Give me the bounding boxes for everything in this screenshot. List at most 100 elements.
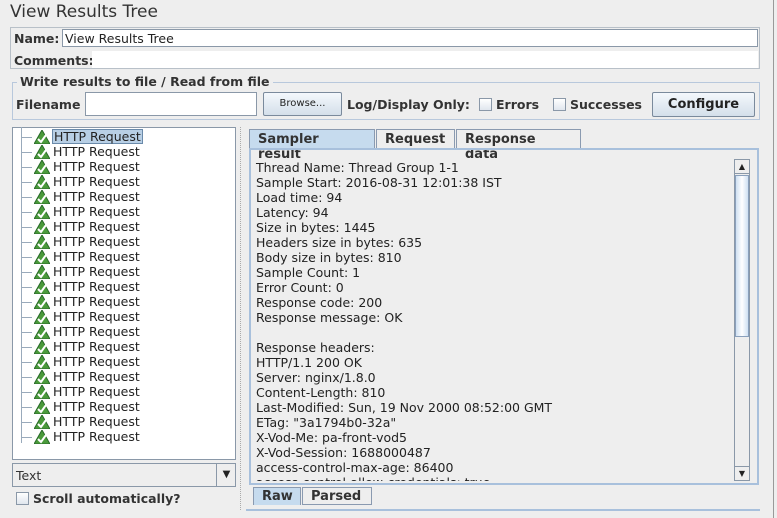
result-line: access-control-max-age: 86400 [256,460,454,475]
tree-item[interactable]: HTTP Request [13,159,233,175]
tree-connector [22,152,32,153]
scroll-up-icon[interactable]: ▲ [735,160,749,174]
tree-item-label: HTTP Request [53,339,140,354]
tree-item-label: HTTP Request [53,324,140,339]
scroll-down-icon[interactable]: ▼ [735,466,749,480]
tab-request[interactable]: Request [376,129,455,149]
name-input[interactable] [62,29,758,47]
result-line: Response message: OK [256,310,403,325]
tree-connector [22,407,32,408]
tree-item[interactable]: HTTP Request [13,324,233,340]
chevron-down-icon: ▼ [216,464,236,486]
success-warning-triangle-icon [34,355,50,369]
tree-item[interactable]: HTTP Request [13,144,233,160]
tree-item[interactable]: HTTP Request [13,249,233,265]
tree-item-label: HTTP Request [53,204,140,219]
tree-item[interactable]: HTTP Request [13,339,233,355]
success-warning-triangle-icon [34,220,50,234]
tree-item-label: HTTP Request [53,279,140,294]
results-tree[interactable]: HTTP Request HTTP Request HTTP Request HTTP… [12,127,236,460]
scroll-auto-checkbox[interactable] [16,492,29,505]
tree-item-label: HTTP Request [53,219,140,234]
tree-item-label: HTTP Request [53,174,140,189]
result-line [256,325,730,340]
success-warning-triangle-icon [34,160,50,174]
log-display-label: Log/Display Only: [347,97,470,112]
result-line: X-Vod-Session: 1688000487 [256,445,431,460]
success-warning-triangle-icon [34,175,50,189]
tree-item[interactable]: HTTP Request [13,294,233,310]
name-label: Name: [14,31,60,46]
success-warning-triangle-icon [34,340,50,354]
tree-connector [22,167,32,168]
result-line: Content-Length: 810 [256,385,386,400]
success-warning-triangle-icon [34,325,50,339]
tree-connector [22,257,32,258]
tree-item[interactable]: HTTP Request [13,129,233,145]
tree-item[interactable]: HTTP Request [13,369,233,385]
filename-input[interactable] [85,92,257,116]
tree-item-label: HTTP Request [53,429,140,444]
result-line: Thread Name: Thread Group 1-1 [256,160,459,175]
tree-connector [22,227,32,228]
tree-item[interactable]: HTTP Request [13,174,233,190]
tree-connector [22,212,32,213]
tree-item-label: HTTP Request [53,189,140,204]
configure-button[interactable]: Configure [652,92,755,117]
result-line: Sample Start: 2016-08-31 12:01:38 IST [256,175,502,190]
tree-connector [22,137,32,138]
errors-label: Errors [496,97,540,112]
success-warning-triangle-icon [34,265,50,279]
success-warning-triangle-icon [34,385,50,399]
tree-item[interactable]: HTTP Request [13,309,233,325]
tree-connector [22,302,32,303]
tree-connector [22,317,32,318]
result-line: Latency: 94 [256,205,329,220]
window-edge [773,0,774,518]
tree-item[interactable]: HTTP Request [13,429,233,445]
result-line: Last-Modified: Sun, 19 Nov 2000 08:52:00… [256,400,553,415]
tree-item[interactable]: HTTP Request [13,264,233,280]
tree-item-label: HTTP Request [53,309,140,324]
tab-response-data[interactable]: Response data [456,129,581,162]
success-warning-triangle-icon [34,250,50,264]
successes-checkbox[interactable] [553,98,566,111]
renderer-select[interactable]: Text ▼ [12,463,236,487]
tree-item[interactable]: HTTP Request [13,204,233,220]
tree-item[interactable]: HTTP Request [13,414,233,430]
comments-input[interactable] [92,51,758,68]
result-line: Headers size in bytes: 635 [256,235,423,250]
tree-connector [22,362,32,363]
tree-item[interactable]: HTTP Request [13,219,233,235]
split-pane-divider[interactable] [240,127,246,510]
tree-item[interactable]: HTTP Request [13,189,233,205]
success-warning-triangle-icon [34,370,50,384]
tab-sampler-result[interactable]: Sampler result [249,129,375,162]
tree-item[interactable]: HTTP Request [13,279,233,295]
sampler-result-text[interactable]: Thread Name: Thread Group 1-1 Sample Star… [253,152,733,481]
successes-label: Successes [570,97,642,112]
tree-connector [22,377,32,378]
browse-button[interactable]: Browse... [263,92,342,116]
result-line: Load time: 94 [256,190,343,205]
success-warning-triangle-icon [34,295,50,309]
tree-item[interactable]: HTTP Request [13,399,233,415]
filename-label: Filename [16,97,81,112]
tree-item-label: HTTP Request [53,384,140,399]
tab-raw[interactable]: Raw [253,487,301,505]
scrollbar-thumb[interactable] [735,175,749,337]
tree-item-label: HTTP Request [53,249,140,264]
panel-title: View Results Tree [10,2,158,22]
tree-item[interactable]: HTTP Request [13,384,233,400]
tab-parsed[interactable]: Parsed [302,487,372,505]
tree-item[interactable]: HTTP Request [13,234,233,250]
tree-item-label: HTTP Request [53,399,140,414]
result-line: HTTP/1.1 200 OK [256,355,362,370]
result-line: Response code: 200 [256,295,383,310]
tree-item[interactable]: HTTP Request [13,354,233,370]
tree-item-label: HTTP Request [53,234,140,249]
tree-connector [22,287,32,288]
tree-line [21,127,22,443]
errors-checkbox[interactable] [479,98,492,111]
file-group-title: Write results to file / Read from file [17,74,273,89]
